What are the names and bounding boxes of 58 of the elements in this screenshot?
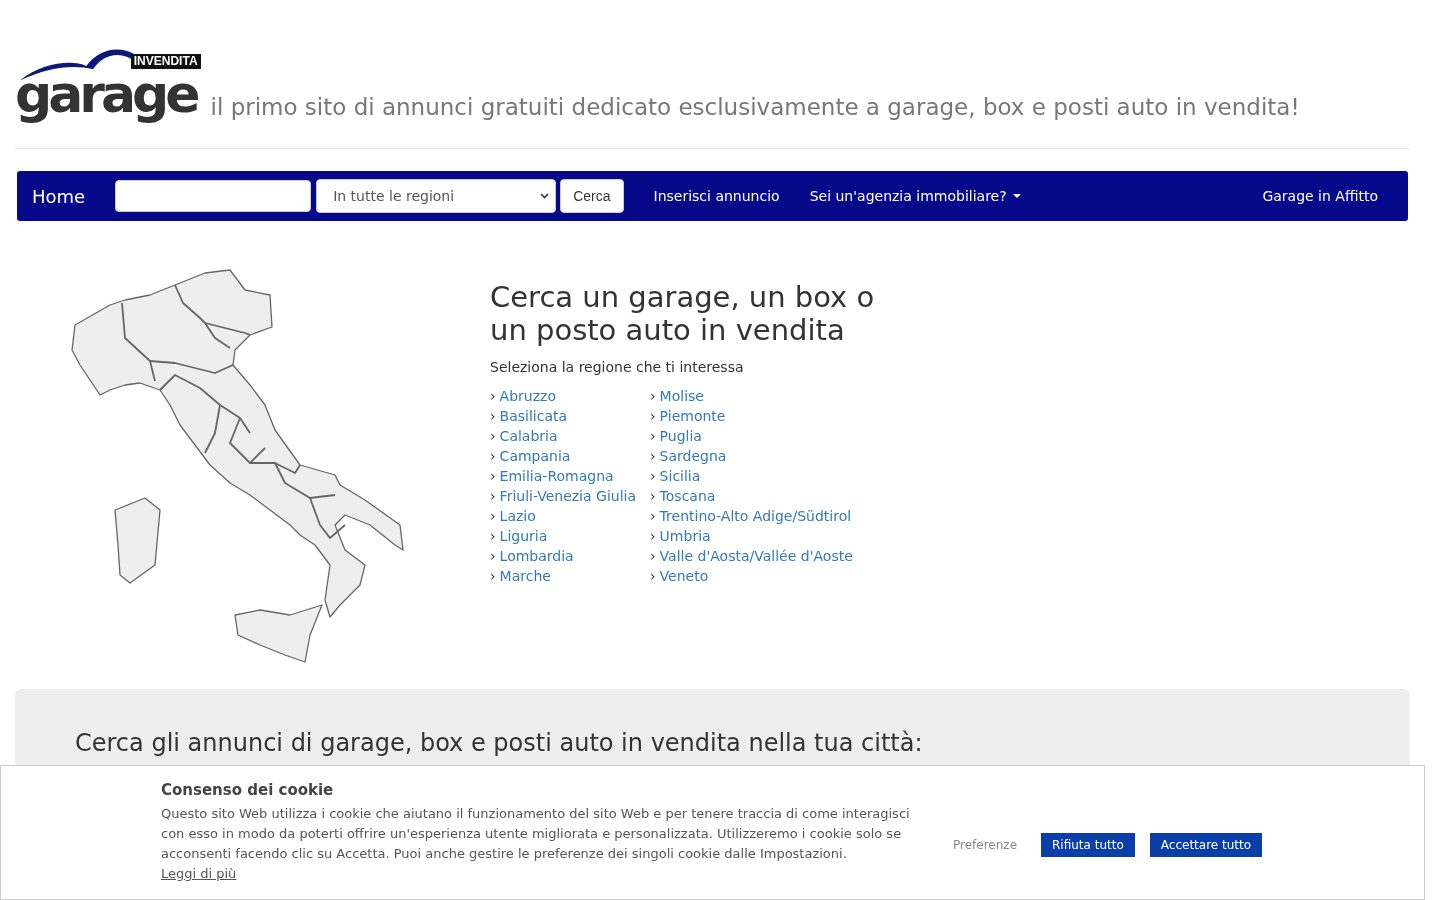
bullet-marker: › (490, 507, 496, 526)
region-link[interactable]: Friuli-Venezia Giulia (499, 486, 636, 506)
preferences-button[interactable]: Preferenze (953, 833, 1027, 857)
bullet-marker: › (650, 407, 656, 426)
bullet-marker: › (650, 567, 656, 586)
bullet-marker: › (650, 387, 656, 406)
chevron-icon (540, 193, 550, 199)
read-more-link[interactable]: Leggi di più (161, 866, 237, 881)
nav-link[interactable]: Garage in Affitto (1262, 188, 1378, 204)
bullet-marker: › (490, 387, 496, 406)
nav-link[interactable]: Inserisci annuncio (638, 188, 795, 204)
cookie-button[interactable]: Accettare tutto (1149, 833, 1263, 857)
region-link[interactable]: Lazio (499, 506, 536, 526)
region-link[interactable]: Basilicata (499, 406, 568, 426)
bullet-marker: › (650, 427, 656, 446)
bullet-marker: › (650, 447, 656, 466)
cookie-text: Questo sito Web utilizza i cookie che aiutano il funzionamento del sito Web e per tenere traccia di come interagisci con esso in modo da poterti offrire un'esperienza utente migliorata e personalizzata. Utilizzeremo i cookie solo se acconsenti facendo clic su Accetta. Puoi anche gestire le preferenze dei singoli cookie dalle Impostazioni. Leggi di più (161, 805, 911, 883)
region-link[interactable]: Toscana (659, 486, 716, 506)
bullet-marker: › (650, 547, 656, 566)
region-link[interactable]: Puglia (659, 426, 702, 446)
bullet-marker: › (490, 407, 496, 426)
region-link[interactable]: Marche (499, 566, 551, 586)
bullet-marker: › (490, 567, 496, 586)
bullet-marker: › (650, 507, 656, 526)
page-heading: Cerca un garage, un box o un posto auto in vendita (490, 281, 876, 347)
section-heading: Cerca gli annunci di garage, box e posti auto in vendita nella tua città: (75, 729, 924, 757)
tagline: il primo sito di annunci gratuiti dedicato esclusivamente a garage, box e posti auto in vendita! (210, 94, 1300, 120)
region-link[interactable]: Liguria (499, 526, 548, 546)
search-field[interactable] (115, 180, 312, 212)
region-link[interactable]: Valle d'Aosta/Vallée d'Aoste (659, 546, 853, 566)
region-link[interactable]: Molise (659, 386, 704, 406)
bullet-marker: › (650, 487, 656, 506)
bullet-marker: › (650, 527, 656, 546)
banner-title: Consenso dei cookie (161, 781, 335, 799)
bullet-marker: › (490, 447, 496, 466)
region-link[interactable]: Trentino-Alto Adige/Südtirol (659, 506, 852, 526)
region-link[interactable]: Lombardia (499, 546, 574, 566)
region-link[interactable]: Umbria (659, 526, 711, 546)
subheading: Seleziona la regione che ti interessa (490, 359, 745, 375)
region-link[interactable]: Emilia-Romagna (499, 466, 614, 486)
search-button[interactable]: Cerca (560, 179, 624, 213)
bullet-marker: › (490, 467, 496, 486)
bullet-marker: › (650, 467, 656, 486)
region-link[interactable]: Sicilia (659, 466, 701, 486)
bullet-marker: › (490, 527, 496, 546)
bullet-marker: › (490, 547, 496, 566)
region-link[interactable]: Campania (499, 446, 571, 466)
cookie-button[interactable]: Rifiuta tutto (1041, 833, 1135, 857)
bullet-marker: › (490, 487, 496, 506)
home-link[interactable]: Home (32, 185, 86, 207)
region-link[interactable]: Veneto (659, 566, 709, 586)
region-link[interactable]: Piemonte (659, 406, 726, 426)
region-link[interactable]: Abruzzo (499, 386, 556, 406)
agency-dropdown[interactable]: Sei un'agenzia immobiliare? (794, 188, 1036, 204)
bullet-marker: › (490, 427, 496, 446)
region-select[interactable]: In tutte le regioni (316, 179, 557, 213)
region-link[interactable]: Calabria (499, 426, 558, 446)
region-link[interactable]: Sardegna (659, 446, 727, 466)
